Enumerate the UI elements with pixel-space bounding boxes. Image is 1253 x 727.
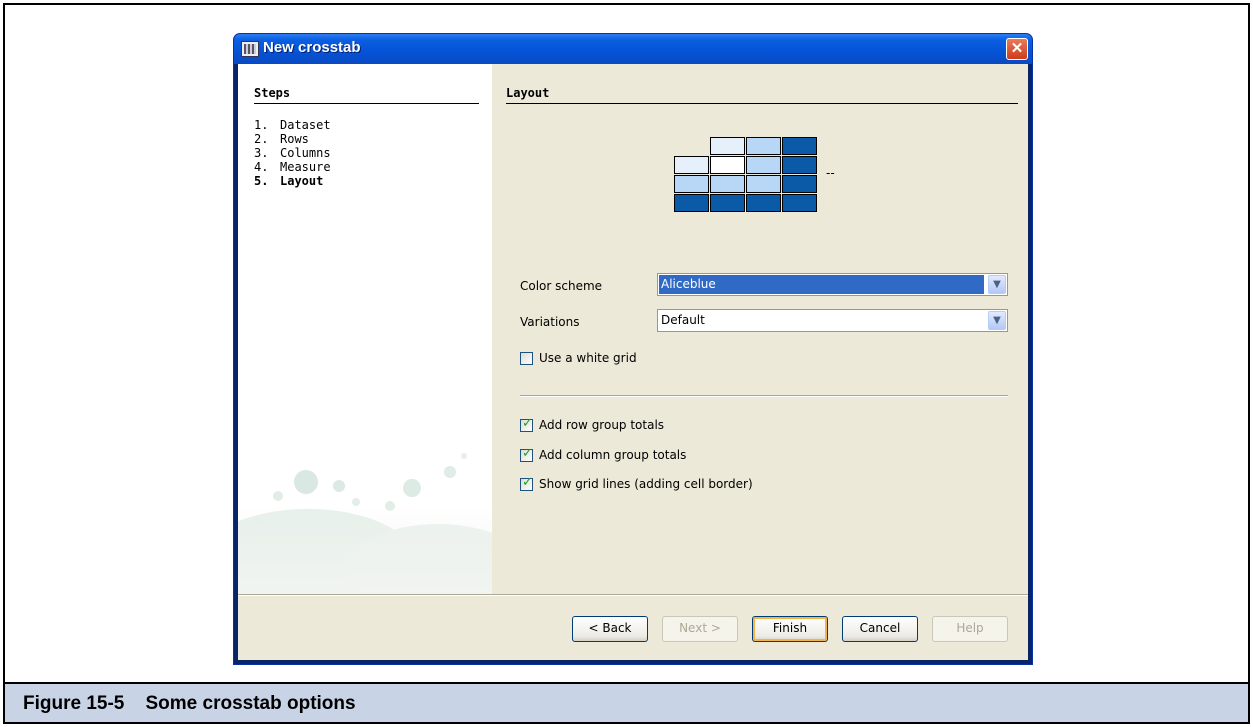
row-totals-label: Add row group totals [539,418,665,432]
back-button[interactable]: < Back [572,616,648,642]
preview-cell [710,175,745,193]
figure-caption: Figure 15-5 Some crosstab options [23,693,356,714]
preview-cell [710,156,745,174]
crosstab-icon [241,41,259,57]
variations-select[interactable]: Default ▼ [657,309,1008,332]
preview-cell [674,175,709,193]
checkmark-icon: ✓ [522,446,533,461]
white-grid-checkbox[interactable] [520,352,533,365]
options-separator [520,395,1008,397]
step-label: Measure [280,160,331,174]
chevron-down-icon[interactable]: ▼ [988,275,1006,294]
window-title: New crosstab [263,39,361,56]
preview-cell [710,137,745,155]
new-crosstab-dialog: New crosstab ✕ Steps 1. Dataset 2. Rows 3.… [233,33,1033,665]
grid-lines-checkbox[interactable]: ✓ [520,475,533,491]
step-number: 3. [254,146,269,160]
preview-cell [782,194,817,212]
column-totals-label: Add column group totals [539,448,687,462]
preview-cell [746,175,781,193]
grid-lines-label: Show grid lines (adding cell border) [539,477,753,491]
step-number: 4. [254,160,269,174]
figure-frame: New crosstab ✕ Steps 1. Dataset 2. Rows 3.… [3,3,1250,724]
color-scheme-label: Color scheme [520,279,603,293]
step-item-columns[interactable]: 3. Columns [254,146,331,160]
white-grid-label: Use a white grid [539,351,637,365]
step-number: 1. [254,118,269,132]
steps-pane: Steps 1. Dataset 2. Rows 3. Columns 4. Measu… [238,64,492,594]
preview-cell [674,194,709,212]
preview-cell [746,137,781,155]
step-item-dataset[interactable]: 1. Dataset [254,118,331,132]
preview-cell [746,156,781,174]
step-label: Layout [280,174,324,188]
variations-label: Variations [520,315,580,329]
step-number: 2. [254,132,269,146]
row-totals-checkbox[interactable]: ✓ [520,416,533,432]
preview-cell [782,137,817,155]
preview-cell [674,156,709,174]
color-scheme-select[interactable]: Aliceblue ▼ [657,273,1008,296]
next-button[interactable]: Next > [662,616,738,642]
preview-cell [710,194,745,212]
close-button[interactable]: ✕ [1006,38,1028,60]
step-number: 5. [254,174,269,188]
preview-cell [782,156,817,174]
checkmark-icon: ✓ [522,416,533,431]
button-bar-separator [238,594,1028,596]
cancel-button[interactable]: Cancel [842,616,918,642]
help-button[interactable]: Help [932,616,1008,642]
figure-caption-bar: Figure 15-5 Some crosstab options [5,682,1248,722]
step-item-measure[interactable]: 4. Measure [254,160,331,174]
title-bar[interactable]: New crosstab ✕ [234,34,1032,64]
step-label: Dataset [280,118,331,132]
checkmark-icon: ✓ [522,475,533,490]
layout-header: Layout [506,86,1018,104]
dialog-client: Steps 1. Dataset 2. Rows 3. Columns 4. Measu… [238,64,1028,660]
step-label: Rows [280,132,309,146]
variations-value: Default [661,313,705,327]
step-item-rows[interactable]: 2. Rows [254,132,309,146]
column-totals-checkbox[interactable]: ✓ [520,446,533,462]
pane-fade [238,504,492,594]
finish-button[interactable]: Finish [752,616,828,642]
chevron-down-icon[interactable]: ▼ [988,311,1006,330]
preview-cell [782,175,817,193]
color-scheme-value: Aliceblue [659,275,984,294]
preview-cell [746,194,781,212]
steps-header: Steps [254,86,479,104]
step-item-layout[interactable]: 5. Layout [254,174,323,188]
step-label: Columns [280,146,331,160]
preview-suffix: -- [826,166,835,180]
